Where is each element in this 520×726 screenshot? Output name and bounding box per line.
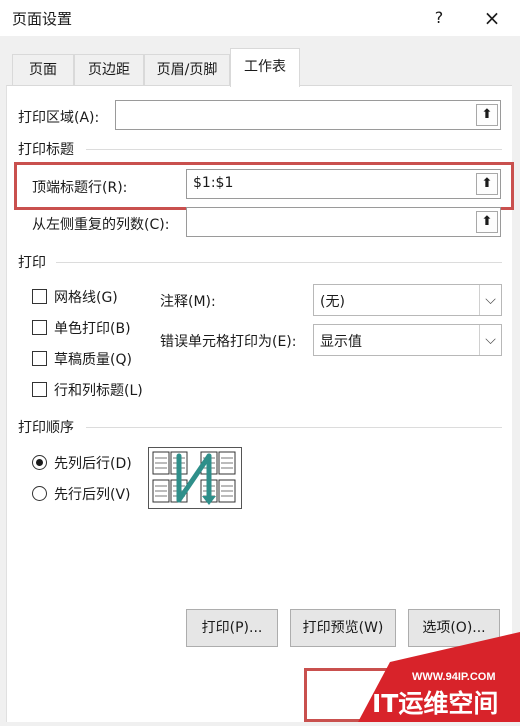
close-button[interactable]: × [474, 2, 510, 34]
tab-page[interactable]: 页面 [12, 54, 74, 86]
chevron-down-icon[interactable]: ⌵ [479, 325, 501, 355]
print-button[interactable]: 打印(P)... [186, 609, 278, 647]
tab-margins[interactable]: 页边距 [74, 54, 144, 86]
cell-errors-select[interactable]: 显示值 ⌵ [313, 324, 502, 356]
dialog-title: 页面设置 [12, 10, 73, 28]
chevron-down-icon[interactable]: ⌵ [479, 285, 501, 315]
left-cols-label: 从左侧重复的列数(C): [32, 217, 170, 233]
watermark-logo: WWW.94IP.COM IT运维空间 [330, 632, 520, 722]
print-heading: 打印 [18, 255, 46, 271]
section-divider [86, 149, 502, 150]
collapse-dialog-icon[interactable]: ⬆ [476, 173, 498, 195]
tab-sheet[interactable]: 工作表 [230, 48, 300, 87]
page-order-heading: 打印顺序 [18, 420, 74, 436]
print-titles-heading: 打印标题 [18, 142, 74, 158]
top-rows-label: 顶端标题行(R): [32, 180, 128, 196]
help-button[interactable]: ? [424, 4, 454, 32]
collapse-dialog-icon[interactable]: ⬆ [476, 104, 498, 126]
cell-errors-label: 错误单元格打印为(E): [160, 334, 297, 350]
print-area-label: 打印区域(A): [18, 110, 100, 126]
section-divider [86, 427, 502, 428]
top-rows-input[interactable]: $1:$1 ⬆ [186, 169, 501, 199]
left-cols-input[interactable]: ⬆ [186, 207, 501, 237]
svg-text:IT运维空间: IT运维空间 [372, 689, 498, 718]
section-divider [56, 262, 502, 263]
tab-header-footer[interactable]: 页眉/页脚 [144, 54, 230, 86]
print-area-input[interactable]: ⬆ [115, 100, 501, 130]
comments-label: 注释(M): [160, 294, 216, 310]
svg-text:WWW.94IP.COM: WWW.94IP.COM [412, 671, 496, 683]
collapse-dialog-icon[interactable]: ⬆ [476, 211, 498, 233]
title-bar: 页面设置 ? × [0, 0, 520, 36]
page-order-preview-icon [148, 447, 242, 509]
comments-select[interactable]: (无) ⌵ [313, 284, 502, 316]
